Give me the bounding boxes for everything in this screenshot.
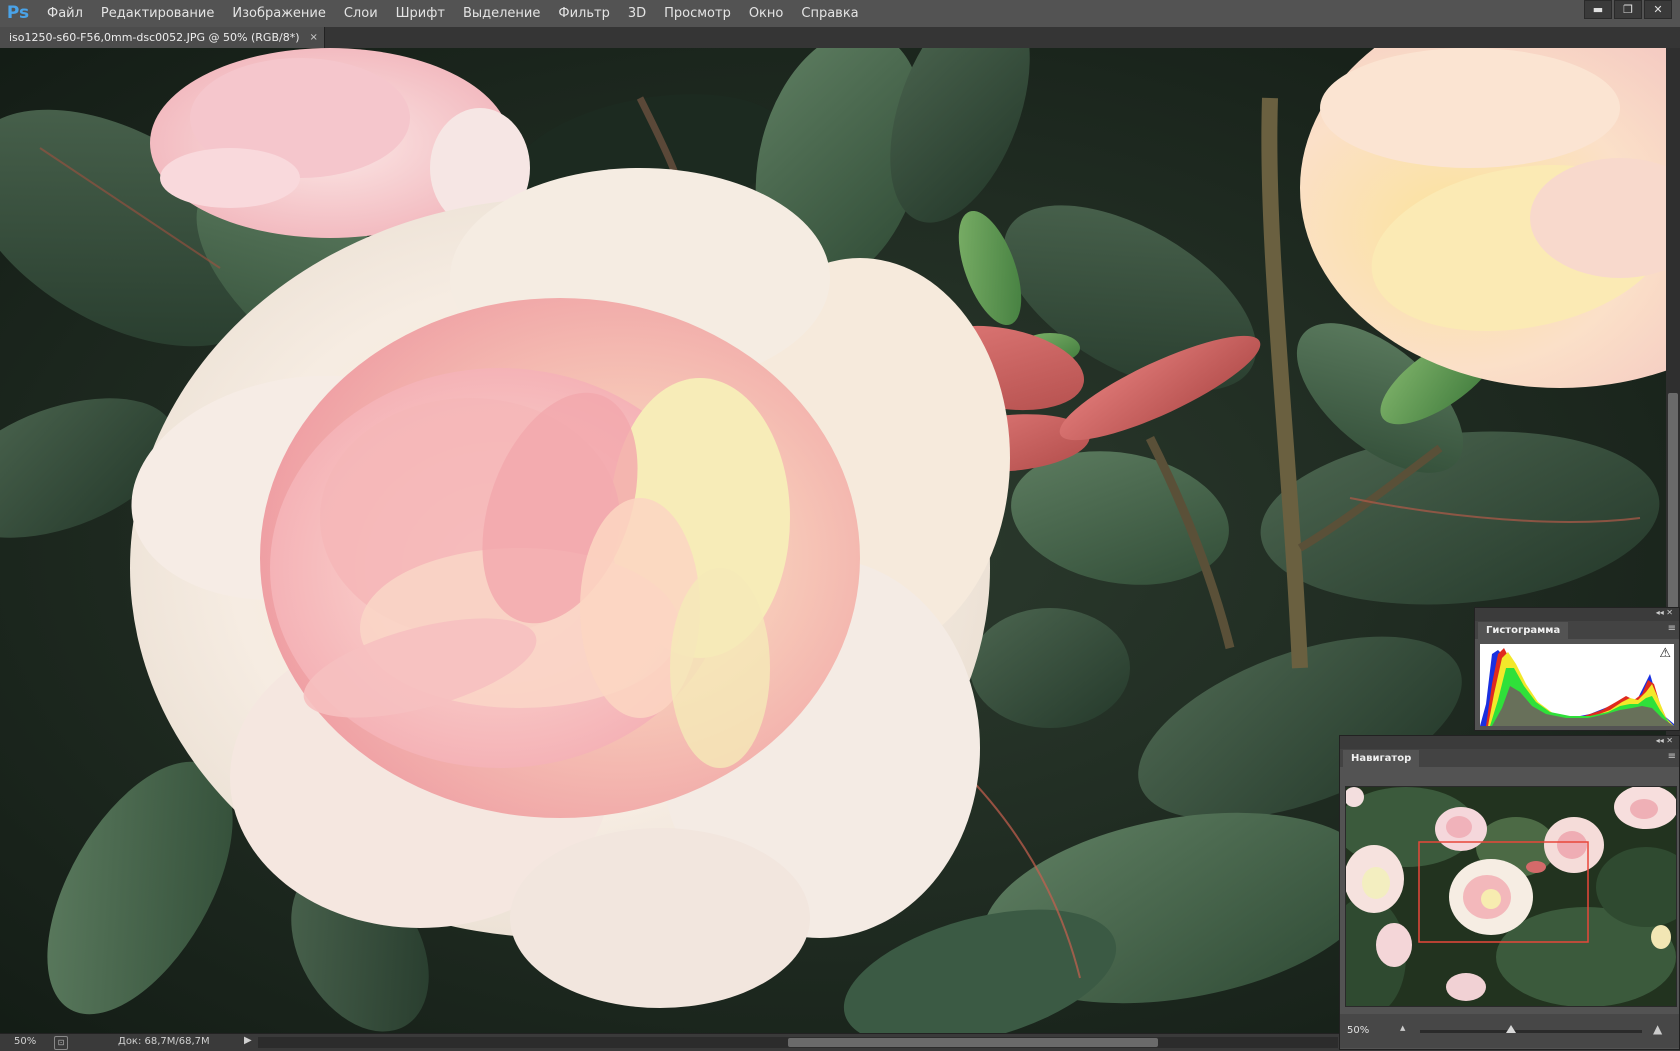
navigator-tab-bar: Навигатор ≡ — [1340, 749, 1679, 767]
close-window-button[interactable]: ✕ — [1644, 0, 1672, 19]
warning-icon[interactable]: ⚠ — [1659, 646, 1671, 661]
menu-item-6[interactable]: Фильтр — [549, 0, 618, 27]
histogram-graph — [1480, 644, 1674, 726]
status-zoom-field[interactable]: 50% — [14, 1036, 36, 1047]
histogram-panel-header: ◂◂ ✕ — [1475, 608, 1679, 621]
histogram-panel: ◂◂ ✕ Гистограмма ≡ ⚠ — [1474, 607, 1680, 731]
menu-item-8[interactable]: Просмотр — [655, 0, 740, 27]
menu-item-3[interactable]: Слои — [335, 0, 387, 27]
horizontal-scroll-thumb[interactable] — [788, 1038, 1158, 1047]
horizontal-scrollbar[interactable] — [258, 1037, 1338, 1048]
document-status-icon[interactable]: ⊡ — [54, 1036, 68, 1050]
menu-item-7[interactable]: 3D — [619, 0, 655, 27]
zoom-in-icon[interactable]: ▲ — [1653, 1022, 1662, 1036]
navigator-panel: ◂◂ ✕ Навигатор ≡ 50% ▲ ▲ — [1339, 735, 1680, 1050]
navigator-thumbnail — [1346, 787, 1676, 1006]
menu-item-0[interactable]: Файл — [38, 0, 92, 27]
panel-collapse-close-icons[interactable]: ◂◂ ✕ — [1656, 736, 1673, 745]
navigator-panel-header: ◂◂ ✕ — [1340, 736, 1679, 749]
close-tab-icon[interactable]: × — [310, 32, 318, 43]
histogram-tab-bar: Гистограмма ≡ — [1475, 621, 1679, 639]
menu-item-2[interactable]: Изображение — [223, 0, 334, 27]
menu-items: Файл Редактирование Изображение Слои Шрифт Вы… — [38, 0, 868, 27]
navigator-preview[interactable] — [1345, 786, 1677, 1007]
navigator-zoom-bar: 50% ▲ ▲ — [1340, 1014, 1679, 1048]
status-menu-arrow-icon[interactable]: ▶ — [244, 1035, 252, 1046]
menu-item-9[interactable]: Окно — [740, 0, 793, 27]
photoshop-logo-icon[interactable]: Ps — [5, 2, 31, 24]
vertical-scroll-thumb[interactable] — [1668, 393, 1678, 611]
navigator-zoom-slider[interactable] — [1420, 1025, 1642, 1033]
menu-item-4[interactable]: Шрифт — [387, 0, 454, 27]
window-controls: ▬ ❐ ✕ — [1584, 0, 1672, 19]
menu-item-10[interactable]: Справка — [792, 0, 867, 27]
panel-collapse-close-icons[interactable]: ◂◂ ✕ — [1656, 608, 1673, 617]
minimize-button[interactable]: ▬ — [1584, 0, 1612, 19]
menu-item-5[interactable]: Выделение — [454, 0, 549, 27]
panel-menu-icon[interactable]: ≡ — [1668, 751, 1676, 762]
restore-button[interactable]: ❐ — [1614, 0, 1642, 19]
zoom-slider-handle[interactable] — [1506, 1025, 1516, 1033]
zoom-out-icon[interactable]: ▲ — [1400, 1024, 1405, 1032]
document-size-info: Док: 68,7M/68,7M — [118, 1036, 210, 1047]
tab-histogram[interactable]: Гистограмма — [1478, 622, 1569, 639]
panel-menu-icon[interactable]: ≡ — [1668, 623, 1676, 634]
menu-bar: Ps Файл Редактирование Изображение Слои Шриф… — [0, 0, 1680, 28]
document-tab-bar: iso1250-s60-F56,0mm-dsc0052.JPG @ 50% (R… — [0, 27, 1680, 49]
menu-item-1[interactable]: Редактирование — [92, 0, 223, 27]
document-tab-title: iso1250-s60-F56,0mm-dsc0052.JPG @ 50% (R… — [9, 31, 300, 44]
tab-navigator[interactable]: Навигатор — [1343, 750, 1420, 767]
document-tab[interactable]: iso1250-s60-F56,0mm-dsc0052.JPG @ 50% (R… — [0, 27, 325, 48]
navigator-zoom-field[interactable]: 50% — [1347, 1025, 1369, 1036]
